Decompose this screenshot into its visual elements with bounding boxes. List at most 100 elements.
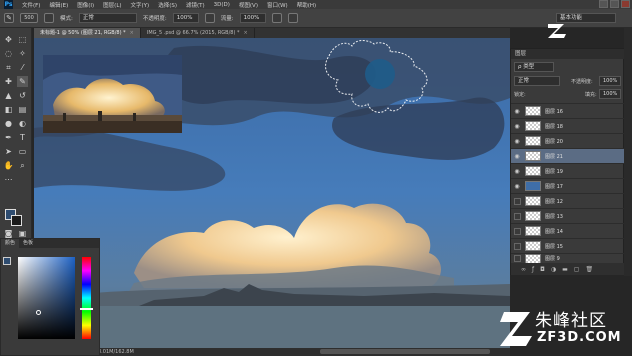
menu-filter[interactable]: 滤镜(T) <box>186 1 205 9</box>
lasso-tool-icon[interactable]: ◌ <box>3 48 14 59</box>
visibility-toggle[interactable] <box>514 242 521 250</box>
type-tool-icon[interactable]: T <box>17 132 28 143</box>
mode-label: 模式: <box>60 16 73 22</box>
layer-thumbnail <box>525 121 541 131</box>
layers-panel-title: 图层 <box>511 49 625 59</box>
brush-panel-toggle-icon[interactable] <box>44 13 54 23</box>
eyedropper-tool-icon[interactable]: ⁄ <box>17 62 28 73</box>
visibility-toggle[interactable] <box>514 227 521 235</box>
new-layer-icon[interactable]: ▢ <box>574 266 580 273</box>
tab-swatches[interactable]: 色板 <box>19 239 37 248</box>
menu-type[interactable]: 文字(Y) <box>131 1 150 9</box>
dodge-tool-icon[interactable]: ◐ <box>17 118 28 129</box>
maximize-button[interactable] <box>610 0 619 8</box>
menu-edit[interactable]: 编辑(E) <box>49 1 68 9</box>
menu-3d[interactable]: 3D(D) <box>214 2 230 8</box>
history-brush-icon[interactable]: ↺ <box>17 90 28 101</box>
tab-untitled-1[interactable]: 未标题-1 @ 50% (图层 21, RGB/8) * × <box>34 28 141 38</box>
brush-tool-icon[interactable]: ✎ <box>17 76 28 87</box>
layer-row[interactable]: ◉ 图层 17 <box>511 178 625 193</box>
healing-tool-icon[interactable]: ✚ <box>3 76 14 87</box>
tab-second-document[interactable]: IMG_5 .psd @ 66.7% (2015, RGB/8) * × <box>141 28 255 38</box>
crop-tool-icon[interactable]: ⌗ <box>3 62 14 73</box>
new-group-icon[interactable]: ▬ <box>562 266 568 273</box>
close-tab-icon[interactable]: × <box>244 28 248 38</box>
visibility-toggle[interactable] <box>514 197 521 205</box>
visibility-toggle[interactable] <box>514 255 521 262</box>
zoom-tool-icon[interactable]: ⌕ <box>17 160 28 171</box>
eye-icon[interactable]: ◉ <box>511 183 523 190</box>
layer-style-icon[interactable]: ƒ <box>532 266 534 273</box>
layer-row[interactable]: 图层 13 <box>511 208 625 223</box>
layer-opacity-field[interactable]: 100% <box>599 76 621 86</box>
eye-icon[interactable]: ◉ <box>511 123 523 130</box>
fill-field[interactable]: 100% <box>599 89 621 99</box>
marquee-tool-icon[interactable]: ⬚ <box>17 34 28 45</box>
blur-tool-icon[interactable]: ● <box>3 118 14 129</box>
layer-row-selected[interactable]: ◉ 图层 21 <box>511 148 625 163</box>
eraser-tool-icon[interactable]: ◧ <box>3 104 14 115</box>
pressure-size-icon[interactable] <box>287 13 298 23</box>
mode-dropdown[interactable]: 正常 <box>78 13 137 23</box>
tab-label: IMG_5 .psd @ 66.7% (2015, RGB/8) * <box>146 30 240 36</box>
stamp-tool-icon[interactable]: ▲ <box>3 90 14 101</box>
eye-icon[interactable]: ◉ <box>511 153 523 160</box>
menu-select[interactable]: 选择(S) <box>158 1 177 9</box>
tab-color[interactable]: 颜色 <box>1 239 20 248</box>
opacity-field[interactable]: 100% <box>172 13 199 23</box>
layer-row[interactable]: ◉ 图层 20 <box>511 133 625 148</box>
layer-thumbnail <box>525 106 541 116</box>
close-button[interactable] <box>621 0 630 8</box>
layer-filter-dropdown[interactable]: ρ 类型 <box>514 62 554 72</box>
brush-tool-icon[interactable]: ✎ <box>4 13 14 23</box>
layer-row[interactable]: ◉ 图层 19 <box>511 163 625 178</box>
flow-field[interactable]: 100% <box>239 13 266 23</box>
brush-preset-picker[interactable]: 500 <box>20 13 38 23</box>
link-layers-icon[interactable]: ∞ <box>521 266 526 273</box>
layer-row[interactable]: ◉ 图层 16 <box>511 103 625 118</box>
path-select-tool-icon[interactable]: ➤ <box>3 146 14 157</box>
minimize-button[interactable] <box>599 0 608 8</box>
airbrush-icon[interactable] <box>271 13 282 23</box>
eye-icon[interactable]: ◉ <box>511 168 523 175</box>
pen-tool-icon[interactable]: ✒ <box>3 132 14 143</box>
gradient-tool-icon[interactable]: ▤ <box>17 104 28 115</box>
shape-tool-icon[interactable]: ▭ <box>17 146 28 157</box>
foreground-color-chip[interactable] <box>3 257 11 265</box>
layer-name: 图层 12 <box>545 198 563 205</box>
menu-help[interactable]: 帮助(H) <box>297 1 316 9</box>
layer-row[interactable]: 图层 14 <box>511 223 625 238</box>
eye-icon[interactable]: ◉ <box>511 108 523 115</box>
layer-row[interactable]: 图层 12 <box>511 193 625 208</box>
menu-view[interactable]: 视图(V) <box>239 1 258 9</box>
background-color-swatch[interactable] <box>11 215 22 226</box>
more-tools-icon[interactable]: ⋯ <box>3 174 14 185</box>
hue-slider[interactable] <box>80 257 93 339</box>
menu-layer[interactable]: 图层(L) <box>103 1 121 9</box>
pressure-opacity-icon[interactable] <box>204 13 215 23</box>
layer-row[interactable]: ◉ 图层 18 <box>511 118 625 133</box>
move-tool-icon[interactable]: ✥ <box>3 34 14 45</box>
horizontal-scrollbar[interactable] <box>320 349 490 354</box>
visibility-toggle[interactable] <box>514 212 521 220</box>
color-panel-tabs: 颜色 色板 <box>1 239 99 248</box>
flow-label: 流量: <box>220 16 234 22</box>
layer-row[interactable]: 图层 9 <box>511 253 625 263</box>
watermark-domain: ZF3D.COM <box>537 330 622 345</box>
hand-tool-icon[interactable]: ✋ <box>3 160 14 171</box>
tab-label: 未标题-1 @ 50% (图层 21, RGB/8) * <box>40 30 126 36</box>
layer-row[interactable]: 图层 15 <box>511 238 625 253</box>
menu-image[interactable]: 图像(I) <box>77 1 94 9</box>
add-mask-icon[interactable]: ◘ <box>540 266 545 273</box>
menu-file[interactable]: 文件(F) <box>22 1 40 9</box>
blend-mode-dropdown[interactable]: 正常 <box>514 76 560 86</box>
delete-layer-icon[interactable]: 🗑 <box>585 266 593 273</box>
color-picker-field[interactable] <box>18 257 75 339</box>
menu-window[interactable]: 窗口(W) <box>267 1 288 9</box>
eye-icon[interactable]: ◉ <box>511 138 523 145</box>
quick-select-tool-icon[interactable]: ✧ <box>17 48 28 59</box>
adjustment-layer-icon[interactable]: ◑ <box>551 266 556 273</box>
hue-slider-handle[interactable] <box>80 308 93 310</box>
color-picker-cursor[interactable] <box>36 310 41 315</box>
close-tab-icon[interactable]: × <box>130 28 134 38</box>
